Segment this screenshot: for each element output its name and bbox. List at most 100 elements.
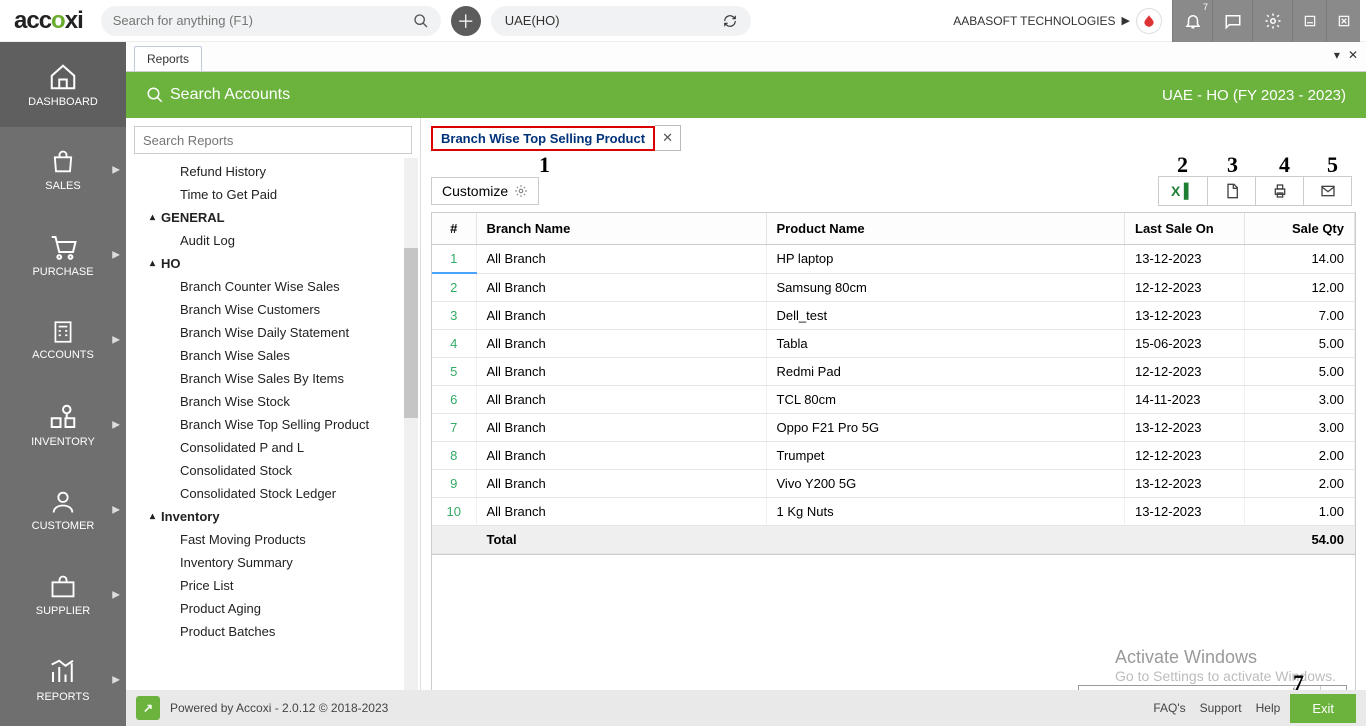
scrollbar-track[interactable] [404,158,418,726]
bag-icon [49,148,77,176]
main-area: Reports ▾ ✕ Search Accounts UAE - HO (FY… [126,42,1366,726]
tree-item[interactable]: Branch Wise Top Selling Product [142,413,420,436]
nav-purchase[interactable]: PURCHASE ▶ [0,212,126,297]
tree-item[interactable]: Branch Wise Sales [142,344,420,367]
green-strip: Search Accounts UAE - HO (FY 2023 - 2023… [126,72,1366,118]
search-accounts[interactable]: Search Accounts [146,86,290,104]
tab-dropdown-icon[interactable]: ▾ [1334,48,1340,62]
table-row[interactable]: 9All BranchVivo Y200 5G13-12-20232.00 [432,470,1355,498]
tree-item[interactable]: Inventory Summary [142,551,420,574]
nav-dashboard[interactable]: DASHBOARD [0,42,126,127]
nav-inventory[interactable]: INVENTORY ▶ [0,382,126,467]
annotation-3: 3 [1227,152,1238,178]
annotation-7: 7 [1293,670,1304,696]
customize-button[interactable]: Customize [431,177,539,205]
nav-sales[interactable]: SALES ▶ [0,127,126,212]
footer-link-help[interactable]: Help [1256,701,1281,715]
tree-item[interactable]: Consolidated Stock [142,459,420,482]
nav-reports[interactable]: REPORTS ▶ [0,637,126,722]
chat-icon[interactable] [1212,0,1252,42]
table-row[interactable]: 7All BranchOppo F21 Pro 5G13-12-20233.00 [432,414,1355,442]
search-icon [146,86,164,104]
main-tab-reports[interactable]: Reports [134,46,202,71]
gear-icon[interactable] [1252,0,1292,42]
tree-item[interactable]: Time to Get Paid [142,183,420,206]
tree-item[interactable]: Product Aging [142,597,420,620]
table-row[interactable]: 6All BranchTCL 80cm14-11-20233.00 [432,386,1355,414]
content-tab-close[interactable]: ✕ [655,125,681,151]
table-row[interactable]: 4All BranchTabla15-06-20235.00 [432,330,1355,358]
gear-icon [514,184,528,198]
notification-dot[interactable] [1136,8,1162,34]
print-button[interactable] [1255,177,1303,205]
tree-item[interactable]: Branch Wise Stock [142,390,420,413]
tree-item[interactable]: Refund History [142,160,420,183]
table-row[interactable]: 2All BranchSamsung 80cm12-12-202312.00 [432,273,1355,302]
close-window-icon[interactable] [1326,0,1360,42]
table-total-row: Total 54.00 [432,526,1355,554]
col-branch[interactable]: Branch Name [476,213,766,245]
col-product[interactable]: Product Name [766,213,1125,245]
tree-item[interactable]: Consolidated Stock Ledger [142,482,420,505]
printer-icon [1272,183,1288,199]
export-excel-button[interactable]: X ▍ [1159,177,1207,205]
global-search-input[interactable] [113,13,413,28]
reports-search[interactable] [134,126,412,154]
tree-group-ho[interactable]: ▴HO [142,252,420,275]
email-button[interactable] [1303,177,1351,205]
refresh-icon [723,14,737,28]
table-row[interactable]: 1All BranchHP laptop13-12-202314.00 [432,245,1355,274]
calculator-icon [50,319,76,345]
table-row[interactable]: 3All BranchDell_test13-12-20237.00 [432,302,1355,330]
tree-item[interactable]: Branch Wise Sales By Items [142,367,420,390]
branch-selector-label: UAE(HO) [505,13,560,28]
cart-icon [48,232,78,262]
pdf-icon [1224,183,1240,199]
briefcase-icon [49,573,77,601]
scrollbar-thumb[interactable] [404,248,418,418]
table-row[interactable]: 8All BranchTrumpet12-12-20232.00 [432,442,1355,470]
table-row[interactable]: 10All Branch1 Kg Nuts13-12-20231.00 [432,498,1355,526]
reports-tree: Refund History Time to Get Paid ▴GENERAL… [126,158,420,726]
chevron-right-icon: ▶ [112,589,120,600]
col-qty[interactable]: Sale Qty [1245,213,1355,245]
total-qty: 54.00 [1245,526,1355,554]
col-lastsale[interactable]: Last Sale On [1125,213,1245,245]
chevron-right-icon: ▶ [112,674,120,685]
nav-accounts[interactable]: ACCOUNTS ▶ [0,297,126,382]
nav-supplier[interactable]: SUPPLIER ▶ [0,552,126,637]
tree-item[interactable]: Fast Moving Products [142,528,420,551]
search-icon [413,13,429,29]
nav-label: PURCHASE [32,266,93,278]
col-index[interactable]: # [432,213,476,245]
chevron-right-icon: ▶ [112,504,120,515]
footer-link-faq[interactable]: FAQ's [1153,701,1185,715]
content-tab[interactable]: Branch Wise Top Selling Product [431,126,655,151]
chevron-right-icon: ▶ [112,419,120,430]
exit-button[interactable]: Exit [1290,694,1356,723]
export-pdf-button[interactable] [1207,177,1255,205]
tree-item[interactable]: Branch Wise Customers [142,298,420,321]
reports-search-input[interactable] [143,133,403,148]
nav-label: CUSTOMER [32,520,95,532]
tree-item[interactable]: Audit Log [142,229,420,252]
nav-customer[interactable]: CUSTOMER ▶ [0,467,126,552]
footer-link-support[interactable]: Support [1200,701,1242,715]
tree-item[interactable]: Consolidated P and L [142,436,420,459]
tree-item[interactable]: Product Batches [142,620,420,643]
tree-group-inventory[interactable]: ▴Inventory [142,505,420,528]
company-name[interactable]: AABASOFT TECHNOLOGIES [953,14,1115,28]
fy-label: UAE - HO (FY 2023 - 2023) [1162,87,1346,104]
global-search[interactable] [101,6,441,36]
branch-selector[interactable]: UAE(HO) [491,6,751,36]
tree-group-general[interactable]: ▴GENERAL [142,206,420,229]
minimize-icon[interactable] [1292,0,1326,42]
tab-close-icon[interactable]: ✕ [1348,48,1358,62]
table-row[interactable]: 5All BranchRedmi Pad12-12-20235.00 [432,358,1355,386]
bell-icon[interactable]: 7 [1172,0,1212,42]
tree-item[interactable]: Branch Counter Wise Sales [142,275,420,298]
add-button[interactable]: ＋ [451,6,481,36]
app-logo: accoxi [6,7,93,35]
tree-item[interactable]: Price List [142,574,420,597]
tree-item[interactable]: Branch Wise Daily Statement [142,321,420,344]
